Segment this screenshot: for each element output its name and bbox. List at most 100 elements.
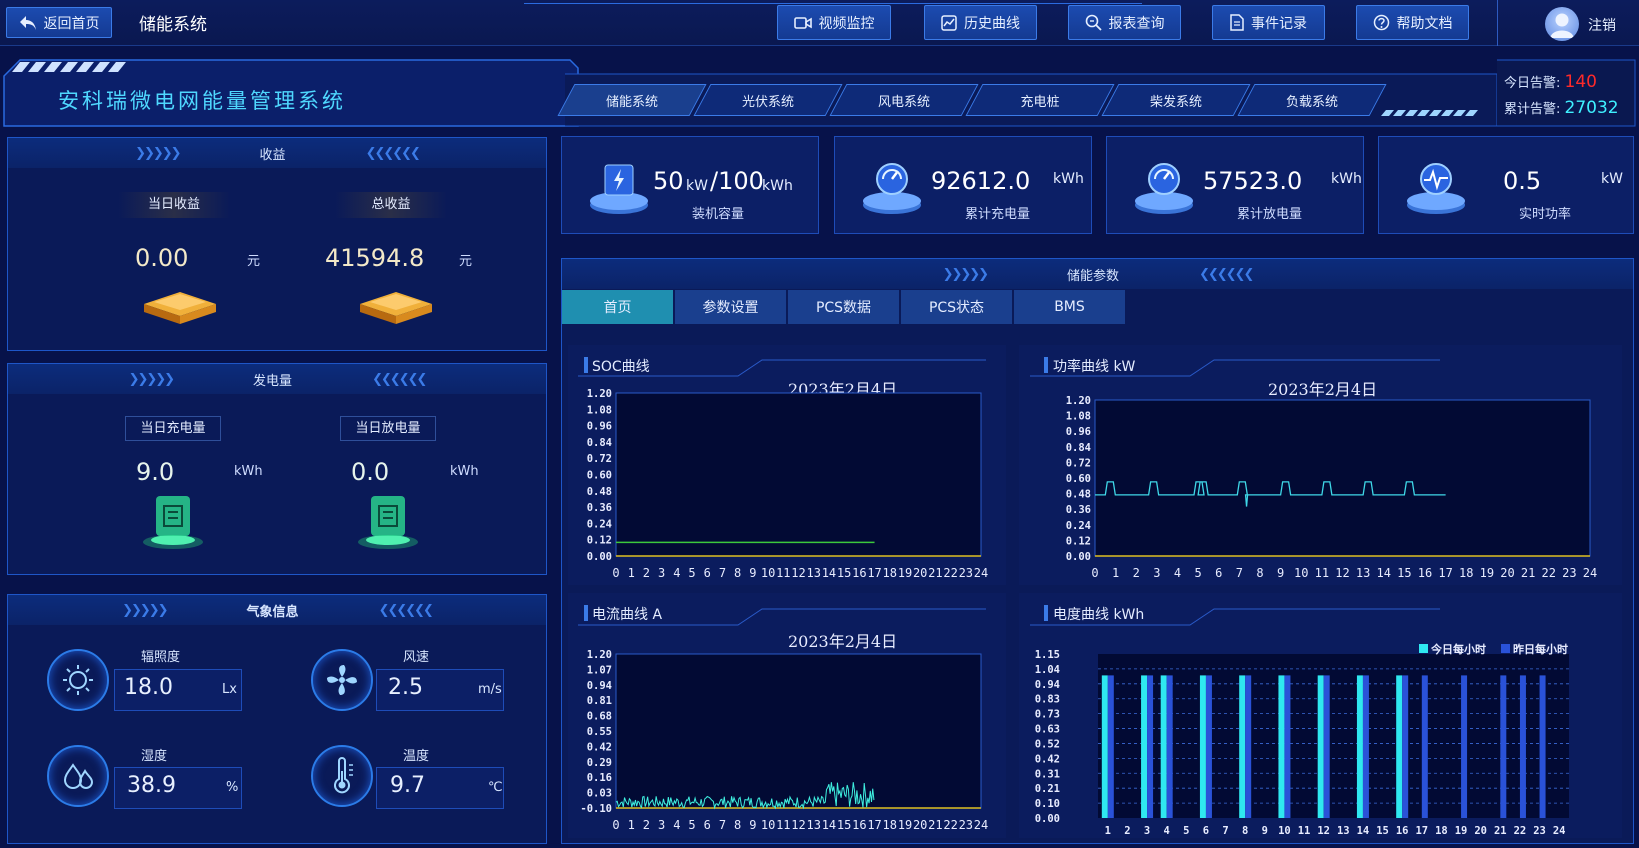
x-tick-label: 0 [612,818,619,832]
y-tick-label: 1.07 [587,664,612,676]
y-tick-label: 1.08 [1066,411,1091,423]
y-tick-label: 1.15 [1035,649,1060,661]
y-tick-label: 0.24 [1066,520,1091,532]
x-tick-label: 13 [1337,825,1350,837]
y-tick-label: 0.55 [587,726,612,738]
x-tick-label: 11 [1298,825,1311,837]
x-tick-label: 5 [1183,825,1189,837]
x-tick-label: 14 [1377,566,1391,580]
x-tick-label: 7 [719,566,726,580]
x-tick-label: 23 [959,566,973,580]
energy-bar [1402,675,1409,818]
y-tick-label: 0.60 [1066,473,1091,485]
x-tick-label: 5 [688,566,695,580]
x-tick-label: 20 [913,818,927,832]
x-tick-label: 4 [1164,825,1170,837]
x-tick-label: 19 [1480,566,1494,580]
x-tick-label: 10 [761,818,775,832]
y-tick-label: 0.73 [1035,709,1060,721]
y-tick-label: 0.24 [587,518,612,530]
energy-bar [1317,675,1324,818]
x-tick-label: 8 [734,818,741,832]
x-tick-label: 0 [612,566,619,580]
energy-bar [1500,675,1507,818]
energy-bar [1519,675,1526,818]
x-tick-label: 19 [898,818,912,832]
energy-bar [1421,675,1428,818]
x-tick-label: 9 [1262,825,1268,837]
x-tick-label: 9 [749,566,756,580]
x-tick-label: 2 [643,566,650,580]
x-tick-label: 1 [1112,566,1119,580]
x-tick-label: 5 [1195,566,1202,580]
x-tick-label: 22 [943,566,957,580]
x-tick-label: 2 [643,818,650,832]
y-tick-label: 0.48 [587,486,612,498]
energy-bar [1396,675,1403,818]
x-tick-label: 5 [688,818,695,832]
x-tick-label: 23 [959,818,973,832]
y-tick-label: 0.16 [587,772,612,784]
y-tick-label: 1.20 [1066,395,1091,407]
x-tick-label: 23 [1562,566,1576,580]
y-tick-label: 0.36 [587,502,612,514]
x-tick-label: 7 [1236,566,1243,580]
x-tick-label: 13 [1356,566,1370,580]
x-tick-label: 24 [1583,566,1597,580]
y-tick-label: 0.72 [1066,457,1091,469]
y-tick-label: 0.00 [587,551,612,563]
x-tick-label: 4 [673,566,680,580]
energy-bar [1245,675,1252,818]
legend-today-label: 今日每小时 [1430,642,1486,656]
y-tick-label: 0.83 [1035,694,1060,706]
x-tick-label: 3 [1144,825,1150,837]
x-tick-label: 16 [1418,566,1432,580]
x-tick-label: 3 [658,818,665,832]
x-tick-label: 21 [928,566,942,580]
plot-area [615,392,982,557]
x-tick-label: 7 [1222,825,1228,837]
x-tick-label: 15 [1376,825,1389,837]
x-tick-label: 24 [974,818,988,832]
x-tick-label: 6 [1203,825,1209,837]
y-tick-label: 0.81 [587,695,612,707]
charts-svg: 1.20 1.08 0.96 0.84 0.72 0.60 0.48 0.36 0.24 0.12… [580,388,1597,837]
x-tick-label: 22 [1514,825,1527,837]
x-tick-label: 8 [734,566,741,580]
x-tick-label: 15 [1397,566,1411,580]
x-tick-label: 6 [704,818,711,832]
y-tick-label: 0.72 [587,453,612,465]
x-tick-label: 9 [1277,566,1284,580]
y-tick-label: 1.04 [1035,664,1060,676]
y-tick-label: 0.00 [1066,551,1091,563]
x-tick-label: 21 [928,818,942,832]
x-tick-label: 6 [704,566,711,580]
x-tick-label: 8 [1242,825,1248,837]
y-tick-label: -0.10 [580,803,612,815]
energy-bar [1539,675,1546,818]
y-tick-label: 1.08 [587,404,612,416]
y-tick-label: 1.20 [587,388,612,400]
x-tick-label: 13 [806,566,820,580]
y-tick-label: 0.21 [1035,783,1060,795]
x-tick-label: 11 [776,566,790,580]
legend-yesterday-label: 昨日每小时 [1513,642,1568,656]
x-tick-label: 24 [1553,825,1566,837]
x-tick-label: 19 [1455,825,1468,837]
y-tick-label: 0.94 [587,680,612,692]
x-tick-label: 1 [1105,825,1111,837]
energy-bar [1141,675,1148,818]
x-tick-label: 14 [822,566,836,580]
energy-bar [1199,675,1206,818]
y-tick-label: 0.52 [1035,738,1060,750]
x-tick-label: 7 [719,818,726,832]
x-tick-label: 16 [852,566,866,580]
y-tick-label: 0.10 [1035,798,1060,810]
x-tick-label: 12 [791,818,805,832]
x-tick-label: 10 [761,566,775,580]
x-tick-label: 3 [658,566,665,580]
x-tick-label: 10 [1278,825,1291,837]
x-tick-label: 18 [883,566,897,580]
y-tick-label: 0.03 [587,788,612,800]
x-tick-label: 15 [837,566,851,580]
